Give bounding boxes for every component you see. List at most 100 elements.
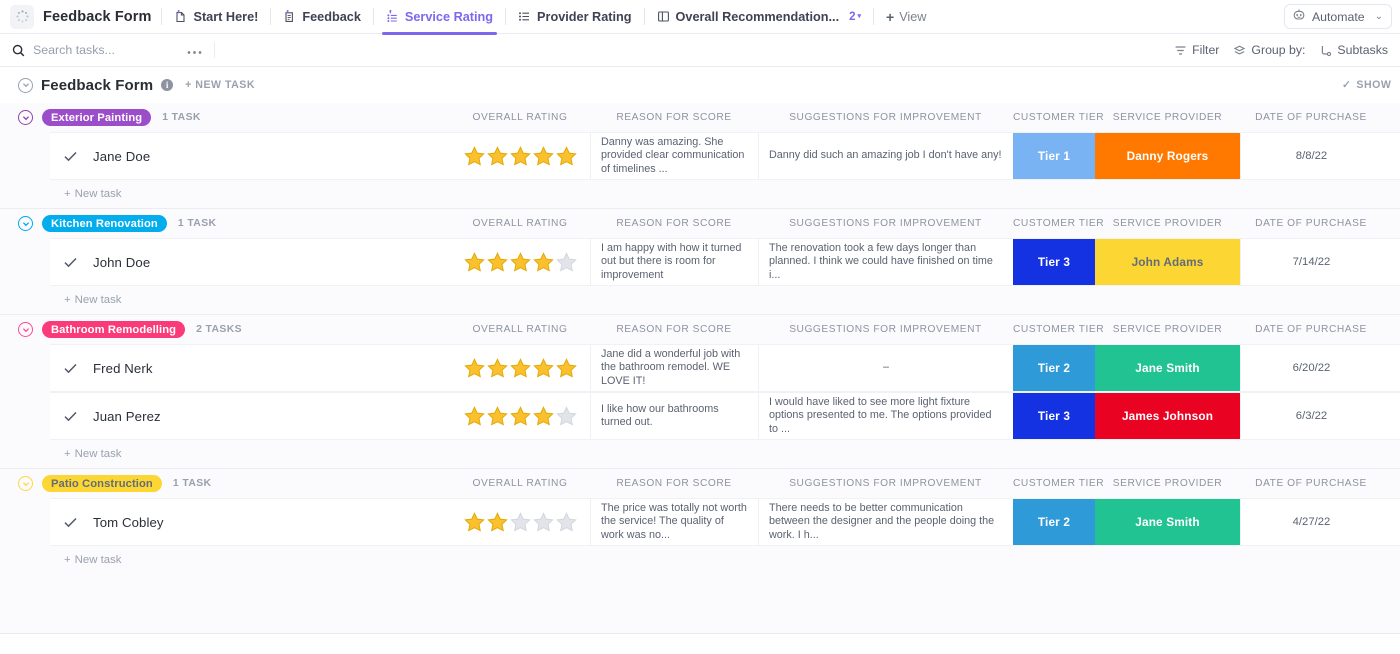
star-icon[interactable]	[463, 357, 486, 380]
group-name-chip[interactable]: Exterior Painting	[42, 109, 151, 126]
add-task-row[interactable]: + New task	[0, 546, 1400, 574]
reason-for-score-cell[interactable]: I am happy with how it turned out but th…	[590, 239, 758, 285]
column-header-reason-for-score[interactable]: REASON FOR SCORE	[590, 112, 758, 123]
collapse-group-toggle[interactable]	[18, 476, 33, 491]
suggestions-cell[interactable]: –	[758, 345, 1013, 391]
customer-tier-cell[interactable]: Tier 3	[1013, 239, 1095, 285]
overall-rating-cell[interactable]	[450, 345, 590, 391]
task-name-cell[interactable]: Juan Perez	[50, 393, 450, 439]
table-row[interactable]: John Doe I am happy with how it turned o…	[50, 238, 1400, 286]
group-header[interactable]: Bathroom Remodelling 2 TASKS OVERALL RAT…	[0, 315, 1400, 344]
search-input[interactable]	[33, 43, 183, 57]
star-icon[interactable]	[486, 511, 509, 534]
star-icon[interactable]	[463, 145, 486, 168]
star-icon[interactable]	[532, 145, 555, 168]
star-icon[interactable]	[486, 405, 509, 428]
star-icon[interactable]	[509, 405, 532, 428]
add-task-row[interactable]: + New task	[0, 286, 1400, 314]
collapse-group-toggle[interactable]	[18, 110, 33, 125]
overall-rating-cell[interactable]	[450, 393, 590, 439]
star-rating[interactable]	[463, 145, 578, 168]
overall-rating-cell[interactable]	[450, 239, 590, 285]
star-icon[interactable]	[532, 511, 555, 534]
service-provider-cell[interactable]: Jane Smith	[1095, 345, 1240, 391]
column-header-reason-for-score[interactable]: REASON FOR SCORE	[590, 218, 758, 229]
star-icon[interactable]	[555, 145, 578, 168]
task-status-check-icon[interactable]	[64, 257, 77, 268]
chevron-down-icon[interactable]: ⌄	[1375, 11, 1383, 22]
add-view-button[interactable]: + View	[874, 9, 938, 25]
add-task-row[interactable]: + New task	[0, 440, 1400, 468]
column-header-customer-tier[interactable]: CUSTOMER TIER	[1013, 218, 1095, 229]
column-header-customer-tier[interactable]: CUSTOMER TIER	[1013, 478, 1095, 489]
column-header-suggestions[interactable]: SUGGESTIONS FOR IMPROVEMENT	[758, 324, 1013, 335]
task-name-cell[interactable]: John Doe	[50, 239, 450, 285]
task-name-cell[interactable]: Tom Cobley	[50, 499, 450, 545]
star-rating[interactable]	[463, 251, 578, 274]
group-name-chip[interactable]: Patio Construction	[42, 475, 162, 492]
date-of-purchase-cell[interactable]: 4/27/22	[1240, 499, 1382, 545]
task-status-check-icon[interactable]	[64, 517, 77, 528]
task-name-cell[interactable]: Jane Doe	[50, 133, 450, 179]
star-icon[interactable]	[486, 145, 509, 168]
customer-tier-cell[interactable]: Tier 2	[1013, 345, 1095, 391]
subtasks-button[interactable]: Subtasks	[1319, 43, 1388, 57]
overall-rating-cell[interactable]	[450, 499, 590, 545]
star-icon[interactable]	[463, 405, 486, 428]
suggestions-cell[interactable]: I would have liked to see more light fix…	[758, 393, 1013, 439]
task-name-cell[interactable]: Fred Nerk	[50, 345, 450, 391]
tab-view-count[interactable]: 2▾	[849, 11, 861, 23]
star-icon[interactable]	[532, 405, 555, 428]
table-row[interactable]: Juan Perez I like how our bathrooms turn…	[50, 392, 1400, 440]
collapse-list-toggle[interactable]	[18, 78, 33, 93]
column-header-overall-rating[interactable]: OVERALL RATING	[450, 218, 590, 229]
suggestions-cell[interactable]: There needs to be better communication b…	[758, 499, 1013, 545]
date-of-purchase-cell[interactable]: 6/20/22	[1240, 345, 1382, 391]
column-header-date-of-purchase[interactable]: DATE OF PURCHASE	[1240, 218, 1382, 229]
column-header-overall-rating[interactable]: OVERALL RATING	[450, 478, 590, 489]
group-header[interactable]: Exterior Painting 1 TASK OVERALL RATING …	[0, 103, 1400, 132]
date-of-purchase-cell[interactable]: 8/8/22	[1240, 133, 1382, 179]
star-rating[interactable]	[463, 405, 578, 428]
star-icon[interactable]	[532, 251, 555, 274]
group-name-chip[interactable]: Kitchen Renovation	[42, 215, 167, 232]
star-icon[interactable]	[463, 251, 486, 274]
overall-rating-cell[interactable]	[450, 133, 590, 179]
tab-provider-rating[interactable]: Provider Rating	[506, 0, 643, 34]
tab-start-here[interactable]: Start Here!	[162, 0, 270, 34]
reason-for-score-cell[interactable]: Danny was amazing. She provided clear co…	[590, 133, 758, 179]
star-rating[interactable]	[463, 511, 578, 534]
new-task-button[interactable]: + NEW TASK	[185, 79, 255, 91]
column-header-service-provider[interactable]: SERVICE PROVIDER	[1095, 324, 1240, 335]
search-container[interactable]	[12, 43, 183, 57]
customer-tier-cell[interactable]: Tier 2	[1013, 499, 1095, 545]
star-icon[interactable]	[463, 511, 486, 534]
task-list-board[interactable]: Exterior Painting 1 TASK OVERALL RATING …	[0, 103, 1400, 633]
column-header-suggestions[interactable]: SUGGESTIONS FOR IMPROVEMENT	[758, 218, 1013, 229]
column-header-reason-for-score[interactable]: REASON FOR SCORE	[590, 478, 758, 489]
column-header-date-of-purchase[interactable]: DATE OF PURCHASE	[1240, 112, 1382, 123]
collapse-group-toggle[interactable]	[18, 322, 33, 337]
column-header-reason-for-score[interactable]: REASON FOR SCORE	[590, 324, 758, 335]
star-icon[interactable]	[509, 511, 532, 534]
star-icon[interactable]	[486, 357, 509, 380]
star-icon[interactable]	[532, 357, 555, 380]
customer-tier-cell[interactable]: Tier 3	[1013, 393, 1095, 439]
table-row[interactable]: Fred Nerk Jane did a wonderful job with …	[50, 344, 1400, 392]
star-icon[interactable]	[509, 251, 532, 274]
group-header[interactable]: Kitchen Renovation 1 TASK OVERALL RATING…	[0, 209, 1400, 238]
column-header-service-provider[interactable]: SERVICE PROVIDER	[1095, 218, 1240, 229]
reason-for-score-cell[interactable]: Jane did a wonderful job with the bathro…	[590, 345, 758, 391]
suggestions-cell[interactable]: The renovation took a few days longer th…	[758, 239, 1013, 285]
task-status-check-icon[interactable]	[64, 411, 77, 422]
reason-for-score-cell[interactable]: The price was totally not worth the serv…	[590, 499, 758, 545]
add-task-row[interactable]: + New task	[0, 180, 1400, 208]
date-of-purchase-cell[interactable]: 7/14/22	[1240, 239, 1382, 285]
tab-service-rating[interactable]: Service Rating	[374, 0, 505, 34]
column-header-service-provider[interactable]: SERVICE PROVIDER	[1095, 478, 1240, 489]
service-provider-cell[interactable]: John Adams	[1095, 239, 1240, 285]
table-row[interactable]: Tom Cobley The price was totally not wor…	[50, 498, 1400, 546]
service-provider-cell[interactable]: Danny Rogers	[1095, 133, 1240, 179]
star-icon[interactable]	[555, 357, 578, 380]
customer-tier-cell[interactable]: Tier 1	[1013, 133, 1095, 179]
